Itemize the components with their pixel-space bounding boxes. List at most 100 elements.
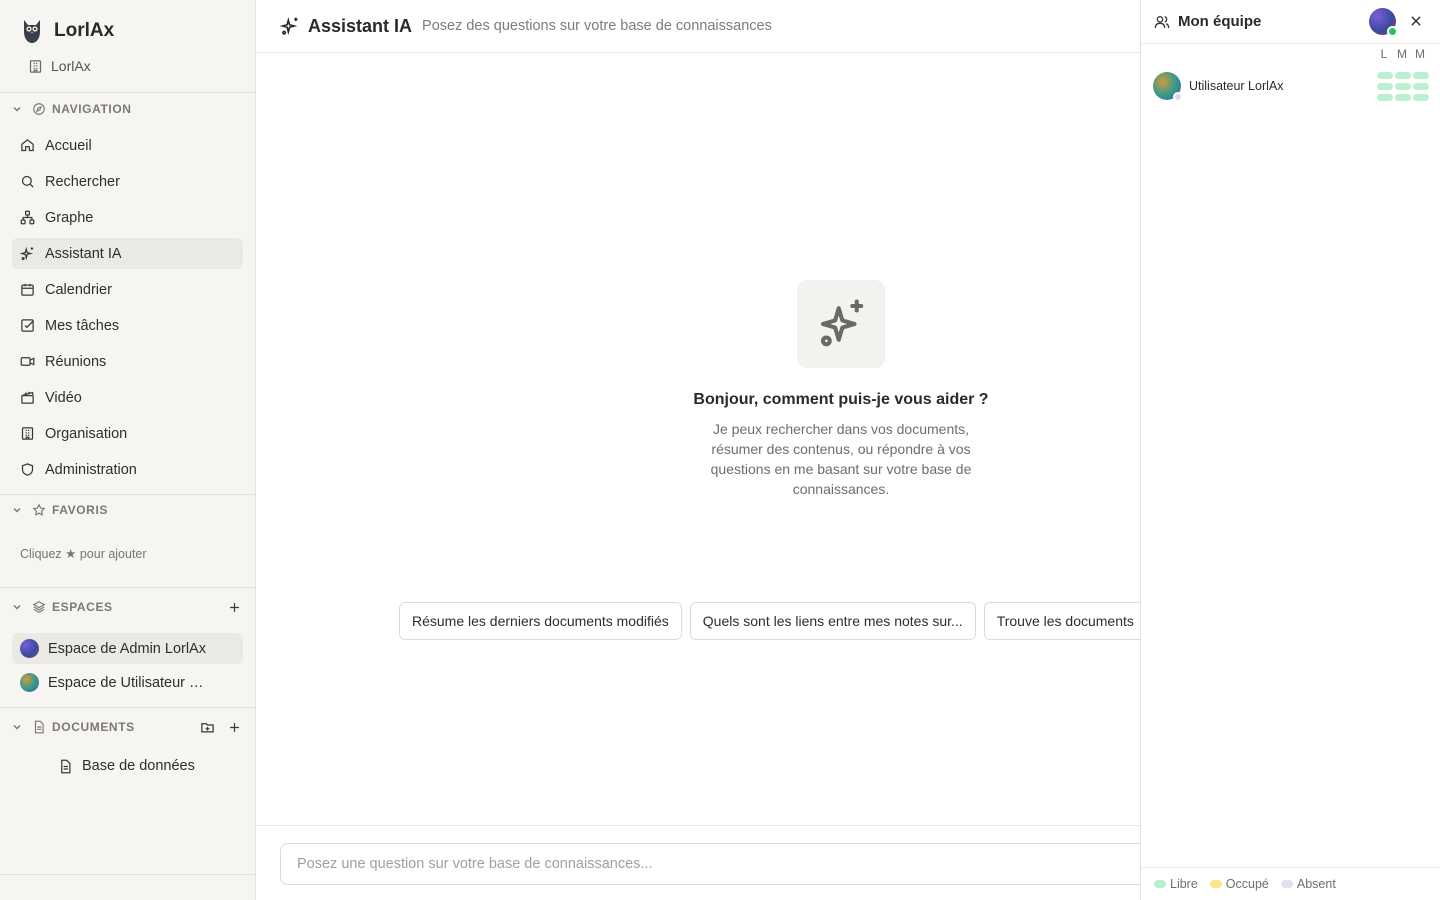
plus-icon[interactable] bbox=[227, 600, 242, 615]
section-favoris-label: FAVORIS bbox=[52, 503, 108, 517]
search-icon bbox=[21, 175, 34, 188]
nav-item-reunions[interactable]: Réunions bbox=[12, 346, 243, 377]
team-panel-header: Mon équipe bbox=[1141, 0, 1440, 44]
availability-slot bbox=[1377, 83, 1393, 90]
nav-item-assistant-ia[interactable]: Assistant IA bbox=[12, 238, 243, 269]
availability-slot bbox=[1377, 72, 1393, 79]
availability-slot bbox=[1395, 83, 1411, 90]
section-navigation[interactable]: NAVIGATION bbox=[12, 99, 242, 119]
assistant-description: Je peux rechercher dans vos documents, r… bbox=[710, 421, 972, 497]
availability-slot bbox=[1395, 72, 1411, 79]
shield-icon bbox=[21, 463, 34, 476]
plus-icon[interactable] bbox=[227, 720, 242, 735]
legend-item-absent: Absent bbox=[1280, 877, 1336, 891]
day-label: M bbox=[1415, 47, 1425, 61]
chevron-down-icon bbox=[13, 106, 21, 112]
compass-icon bbox=[33, 103, 45, 115]
availability-slot bbox=[1413, 72, 1429, 79]
legend-label: Libre bbox=[1170, 877, 1198, 891]
legend-label: Occupé bbox=[1225, 877, 1269, 891]
availability-slot bbox=[1395, 94, 1411, 101]
owl-logo-icon bbox=[24, 20, 40, 43]
nav-label: Réunions bbox=[45, 353, 107, 370]
suggestion-chip[interactable]: Quels sont les liens entre mes notes sur… bbox=[689, 602, 976, 640]
folder-plus-icon[interactable] bbox=[200, 720, 215, 735]
nav-item-mes-taches[interactable]: Mes tâches bbox=[12, 310, 243, 341]
team-member-row[interactable]: Utilisateur LorlAx bbox=[1153, 72, 1431, 102]
building-icon bbox=[29, 59, 42, 73]
space-item-admin[interactable]: Espace de Admin LorlAx bbox=[12, 633, 243, 664]
checkbox-icon bbox=[21, 319, 34, 332]
legend-swatch bbox=[1280, 880, 1293, 888]
legend-item-occupe: Occupé bbox=[1209, 877, 1269, 891]
nav-item-graphe[interactable]: Graphe bbox=[12, 202, 243, 233]
availability-slot bbox=[1377, 94, 1393, 101]
sparkles-icon bbox=[820, 299, 864, 347]
nav-item-calendrier[interactable]: Calendrier bbox=[12, 274, 243, 305]
nav-label: Mes tâches bbox=[45, 317, 120, 334]
legend-label: Absent bbox=[1296, 877, 1336, 891]
divider bbox=[0, 707, 255, 708]
main-content: Assistant IA Posez des questions sur vot… bbox=[256, 0, 1160, 900]
close-icon[interactable] bbox=[1409, 14, 1423, 28]
online-status-dot bbox=[1387, 26, 1398, 37]
section-espaces[interactable]: ESPACES bbox=[12, 597, 242, 617]
page-subtitle: Posez des questions sur votre base de co… bbox=[422, 18, 772, 34]
nav-item-administration[interactable]: Administration bbox=[12, 454, 243, 485]
favorites-hint: Cliquez ★ pour ajouter bbox=[20, 547, 147, 561]
nav-label: Calendrier bbox=[45, 281, 112, 298]
availability-legend: Libre Occupé Absent bbox=[1141, 867, 1440, 900]
users-icon bbox=[1154, 16, 1170, 29]
sidebar: LorlAx LorlAx NAVIGATION Accueil Recherc… bbox=[0, 0, 256, 900]
nav-item-video[interactable]: Vidéo bbox=[12, 382, 243, 413]
divider bbox=[0, 587, 255, 588]
space-label: Espace de Admin LorlAx bbox=[48, 640, 206, 657]
member-name: Utilisateur LorlAx bbox=[1189, 79, 1284, 93]
nav-label: Accueil bbox=[45, 137, 92, 154]
suggestion-chip[interactable]: Résume les derniers documents modifiés bbox=[399, 602, 682, 640]
availability-slot bbox=[1413, 94, 1429, 101]
day-label: L bbox=[1380, 47, 1388, 61]
calendar-icon bbox=[21, 283, 34, 296]
section-documents[interactable]: DOCUMENTS bbox=[12, 717, 242, 737]
org-switcher[interactable]: LorlAx bbox=[28, 58, 91, 74]
legend-swatch bbox=[1154, 880, 1166, 888]
current-user-avatar[interactable] bbox=[1369, 8, 1398, 37]
question-input[interactable] bbox=[280, 843, 1160, 885]
app-name: LorlAx bbox=[54, 20, 115, 41]
section-espaces-label: ESPACES bbox=[52, 600, 113, 614]
section-documents-label: DOCUMENTS bbox=[52, 720, 135, 734]
document-icon bbox=[34, 720, 44, 734]
nav-label: Administration bbox=[45, 461, 137, 478]
space-item-utilisateur[interactable]: Espace de Utilisateur LorlAx bbox=[12, 667, 243, 698]
nav-item-organisation[interactable]: Organisation bbox=[12, 418, 243, 449]
divider bbox=[0, 494, 255, 495]
nav-item-accueil[interactable]: Accueil bbox=[12, 130, 243, 161]
brand[interactable]: LorlAx bbox=[20, 18, 114, 44]
absent-status-dot bbox=[1173, 92, 1183, 102]
divider bbox=[0, 92, 255, 93]
availability-slot bbox=[1413, 83, 1429, 90]
nav-item-rechercher[interactable]: Rechercher bbox=[12, 166, 243, 197]
suggestion-chip[interactable]: Trouve les documents bbox=[983, 602, 1140, 640]
document-item[interactable]: Base de données bbox=[58, 758, 195, 774]
document-icon bbox=[61, 759, 71, 773]
nav-list: Accueil Rechercher Graphe Assistant IA C… bbox=[12, 130, 243, 490]
availability-grid bbox=[1377, 72, 1429, 101]
clapperboard-icon bbox=[21, 391, 34, 404]
space-label: Espace de Utilisateur LorlAx bbox=[48, 674, 208, 691]
assistant-greeting: Bonjour, comment puis-je vous aider ? bbox=[693, 391, 989, 408]
section-favoris[interactable]: FAVORIS bbox=[12, 500, 242, 520]
day-headers: L M M bbox=[1375, 47, 1429, 61]
nav-label: Rechercher bbox=[45, 173, 120, 190]
building-icon bbox=[21, 427, 34, 440]
team-panel-title: Mon équipe bbox=[1178, 13, 1262, 30]
page-header: Assistant IA Posez des questions sur vot… bbox=[256, 0, 1140, 53]
org-name: LorlAx bbox=[51, 58, 91, 74]
chevron-down-icon bbox=[13, 507, 21, 513]
avatar bbox=[20, 639, 39, 658]
page-title: Assistant IA bbox=[308, 15, 413, 36]
home-icon bbox=[21, 139, 34, 152]
layers-icon bbox=[32, 601, 46, 613]
chevron-down-icon bbox=[13, 604, 21, 610]
